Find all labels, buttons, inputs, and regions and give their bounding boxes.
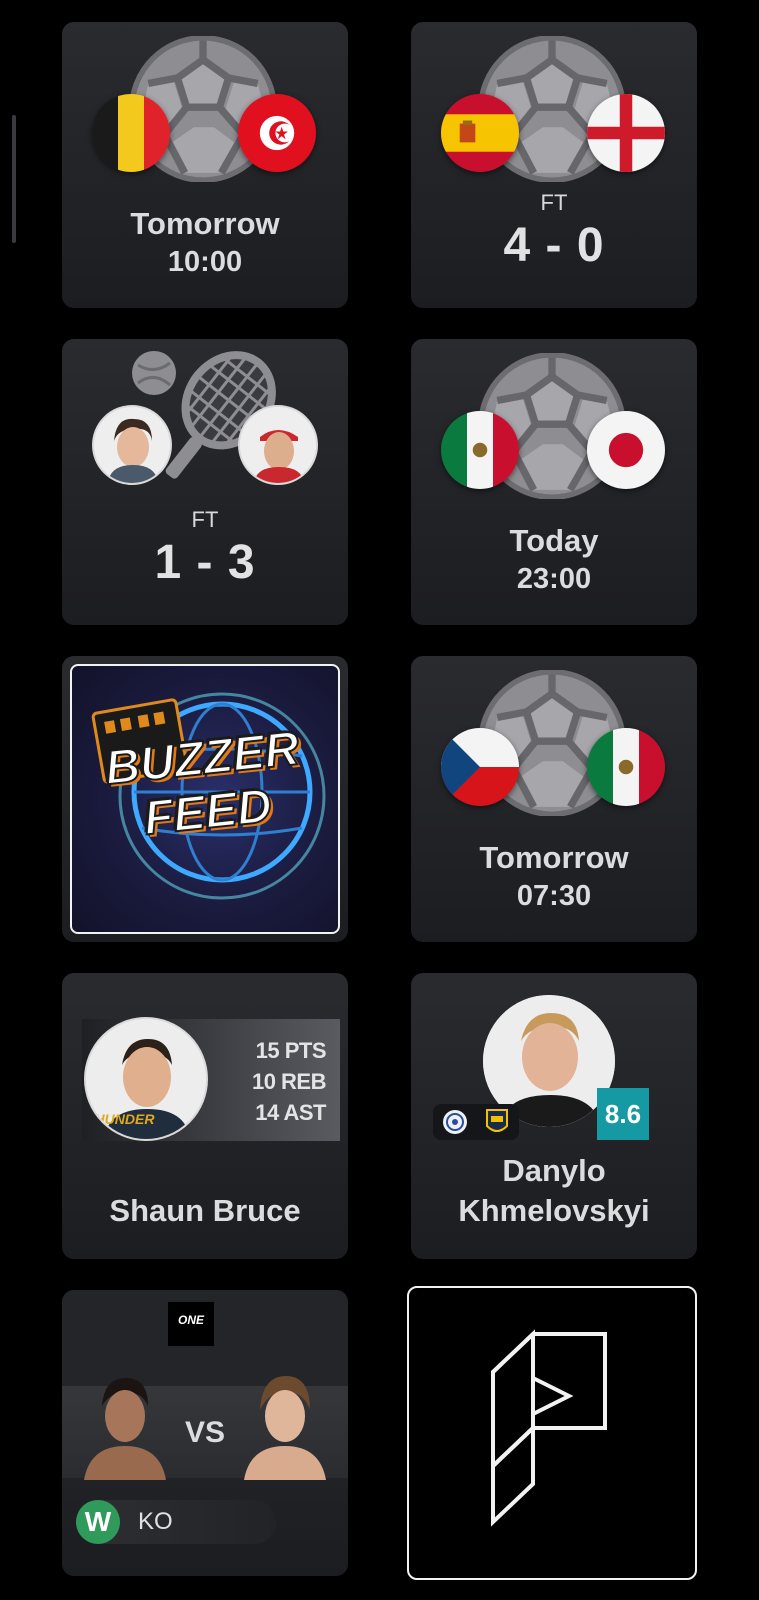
- match-status: FT: [191, 507, 219, 532]
- versus-label: VS: [184, 1416, 226, 1449]
- player-rating-card-danylo[interactable]: 8.6 Danylo Khmelovskyi: [411, 973, 697, 1259]
- player-avatar-left: [92, 405, 172, 485]
- match-art: [411, 22, 697, 202]
- match-score: 1 - 3: [154, 536, 256, 589]
- match-hour: 23:00: [516, 563, 592, 595]
- match-time: Tomorrow 07:30: [411, 839, 697, 915]
- match-card-spain-england[interactable]: FT 4 - 0: [411, 22, 697, 308]
- japan-flag: [587, 411, 665, 489]
- club-crest-icon: [443, 1109, 508, 1134]
- mexico-flag: [441, 411, 519, 489]
- match-status: FT: [540, 190, 568, 215]
- one-championship-logo: ONE: [168, 1302, 214, 1346]
- czech-republic-flag: [441, 728, 519, 806]
- buzzer-feed-card[interactable]: BUZZER FEED: [62, 656, 348, 942]
- tunisia-flag: [238, 94, 316, 172]
- buzzer-feed-logo: BUZZER FEED: [70, 664, 340, 934]
- match-score: 4 - 0: [503, 219, 605, 272]
- match-card-belgium-tunisia[interactable]: Tomorrow 10:00: [62, 22, 348, 308]
- match-day: Tomorrow: [479, 840, 629, 875]
- player-avatar-right: [238, 405, 318, 485]
- brand-card[interactable]: [407, 1286, 697, 1580]
- match-art: [62, 22, 348, 202]
- player-name: Danylo Khmelovskyi: [411, 1151, 697, 1231]
- spain-flag: [441, 94, 519, 172]
- scrollbar[interactable]: [12, 115, 16, 243]
- win-method: KO: [138, 1508, 173, 1535]
- match-art: [411, 339, 697, 519]
- win-badge: W: [76, 1500, 120, 1544]
- player-stat-card-shaun-bruce[interactable]: 15 PTS 10 REB 14 AST THUNDER Shaun Bruce: [62, 973, 348, 1259]
- match-hour: 10:00: [167, 246, 243, 278]
- match-art: [62, 339, 348, 519]
- match-day: Today: [509, 523, 599, 558]
- match-card-tennis[interactable]: FT 1 - 3: [62, 339, 348, 625]
- belgium-flag: [92, 94, 170, 172]
- mexico-flag: [587, 728, 665, 806]
- club-badges: [433, 1104, 519, 1140]
- stat-lines: 15 PTS 10 REB 14 AST: [251, 1035, 327, 1128]
- player-last-name: Khmelovskyi: [458, 1193, 650, 1228]
- player-avatar: THUNDER: [84, 1017, 208, 1141]
- p-logo-icon: [491, 1329, 607, 1527]
- match-art: [411, 656, 697, 836]
- match-day: Tomorrow: [130, 206, 280, 241]
- player-name: Shaun Bruce: [109, 1193, 301, 1228]
- match-time: Tomorrow 10:00: [62, 205, 348, 281]
- stat-rebounds: 10 REB: [251, 1069, 327, 1094]
- stat-assists: 14 AST: [255, 1100, 326, 1125]
- england-flag: [587, 94, 665, 172]
- team-logo-text: THUNDER: [86, 1111, 155, 1127]
- stat-points: 15 PTS: [255, 1038, 327, 1063]
- fight-result: W KO: [76, 1500, 276, 1544]
- match-time: Today 23:00: [411, 522, 697, 598]
- match-hour: 07:30: [516, 880, 592, 912]
- match-card-czech-mexico[interactable]: Tomorrow 07:30: [411, 656, 697, 942]
- fight-card[interactable]: ONE VS W KO: [62, 1290, 348, 1576]
- match-card-mexico-japan[interactable]: Today 23:00: [411, 339, 697, 625]
- player-rating-badge: 8.6: [597, 1088, 649, 1140]
- player-first-name: Danylo: [502, 1153, 606, 1188]
- match-result: FT 1 - 3: [62, 505, 348, 591]
- match-result: FT 4 - 0: [411, 188, 697, 274]
